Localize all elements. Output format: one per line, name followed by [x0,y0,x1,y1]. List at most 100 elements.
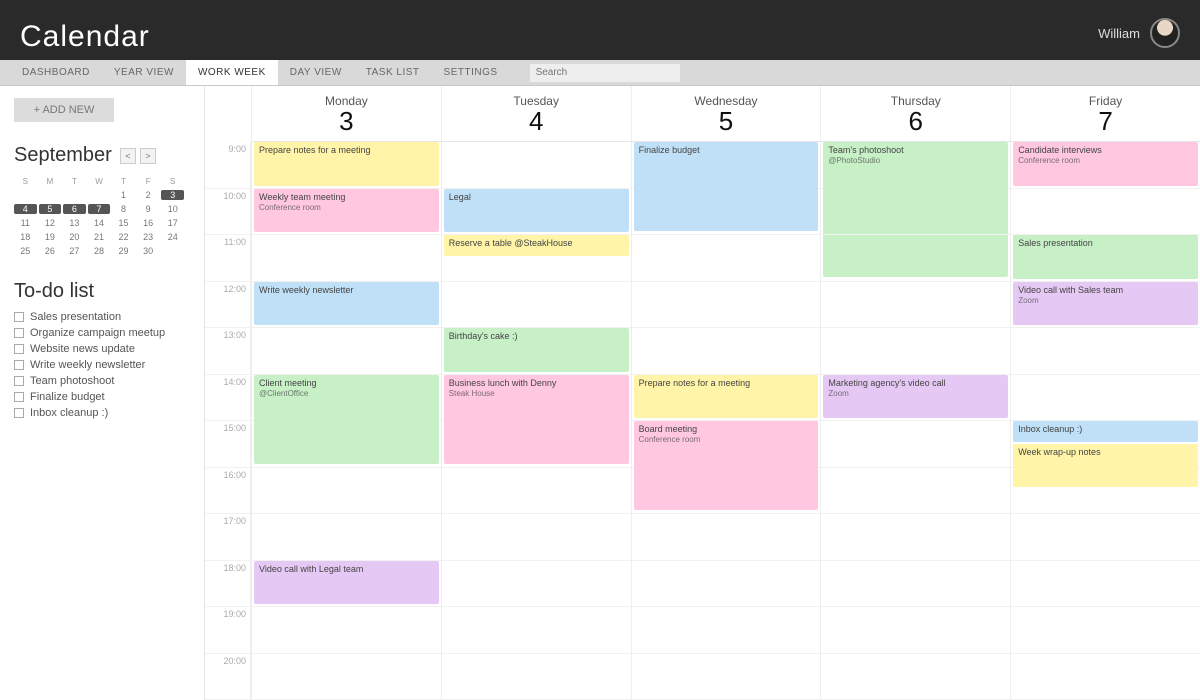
mini-cal-day[interactable]: 11 [14,218,37,228]
mini-cal-day[interactable]: 19 [39,232,62,242]
time-slot[interactable] [441,421,631,468]
checkbox-icon[interactable] [14,376,24,386]
checkbox-icon[interactable] [14,344,24,354]
mini-cal-day[interactable]: 25 [14,246,37,256]
time-slot[interactable] [820,328,1010,375]
mini-cal-day[interactable]: 14 [88,218,111,228]
todo-item[interactable]: Finalize budget [14,391,190,403]
mini-cal-day[interactable]: 26 [39,246,62,256]
time-slot[interactable] [1010,654,1200,700]
tab-day-view[interactable]: DAY VIEW [278,60,354,85]
mini-cal-day[interactable]: 7 [88,204,111,214]
time-slot[interactable] [1010,468,1200,515]
checkbox-icon[interactable] [14,328,24,338]
time-slot[interactable] [820,654,1010,700]
mini-cal-day[interactable]: 2 [137,190,160,200]
time-slot[interactable] [1010,375,1200,422]
time-slot[interactable] [441,561,631,608]
search-input[interactable] [530,64,680,82]
time-slot[interactable] [441,607,631,654]
time-slot[interactable] [1010,328,1200,375]
time-slot[interactable] [441,468,631,515]
time-slot[interactable] [251,654,441,700]
time-slot[interactable] [441,654,631,700]
mini-cal-day[interactable]: 22 [112,232,135,242]
time-slot[interactable]: Marketing agency's video callZoom [820,375,1010,422]
mini-cal-day[interactable]: 15 [112,218,135,228]
time-slot[interactable] [820,235,1010,282]
checkbox-icon[interactable] [14,312,24,322]
mini-cal-day[interactable]: 8 [112,204,135,214]
time-slot[interactable] [820,421,1010,468]
avatar[interactable] [1150,18,1180,48]
time-slot[interactable] [441,514,631,561]
prev-month-button[interactable]: < [120,148,136,164]
mini-cal-day[interactable]: 20 [63,232,86,242]
time-slot[interactable] [631,514,821,561]
time-slot[interactable] [820,282,1010,329]
mini-cal-day[interactable]: 16 [137,218,160,228]
mini-cal-day[interactable]: 30 [137,246,160,256]
time-slot[interactable]: Legal [441,189,631,236]
calendar-event[interactable]: Marketing agency's video callZoom [823,375,1008,419]
time-slot[interactable] [251,468,441,515]
time-slot[interactable] [1010,189,1200,236]
day-header[interactable]: Monday3 [251,86,441,142]
time-slot[interactable] [631,654,821,700]
user-area[interactable]: William [1098,18,1180,54]
tab-work-week[interactable]: WORK WEEK [186,60,278,85]
mini-cal-day[interactable]: 3 [161,190,184,200]
time-slot[interactable] [441,282,631,329]
tab-settings[interactable]: SETTINGS [432,60,510,85]
calendar-event[interactable]: Write weekly newsletter [254,282,439,326]
mini-cal-day[interactable]: 5 [39,204,62,214]
time-slot[interactable] [1010,514,1200,561]
time-slot[interactable] [251,328,441,375]
day-header[interactable]: Tuesday4 [441,86,631,142]
mini-cal-day[interactable]: 24 [161,232,184,242]
time-slot[interactable]: Weekly team meetingConference room [251,189,441,236]
time-slot[interactable] [820,607,1010,654]
mini-cal-day[interactable]: 21 [88,232,111,242]
time-slot[interactable] [820,468,1010,515]
mini-cal-day[interactable]: 1 [112,190,135,200]
time-slot[interactable] [820,561,1010,608]
time-slot[interactable]: Candidate interviewsConference room [1010,142,1200,189]
time-slot[interactable] [631,235,821,282]
checkbox-icon[interactable] [14,360,24,370]
calendar-event[interactable]: Weekly team meetingConference room [254,189,439,233]
time-slot[interactable] [631,189,821,236]
time-slot[interactable] [631,328,821,375]
mini-cal-day[interactable]: 10 [161,204,184,214]
time-slot[interactable]: Birthday's cake :) [441,328,631,375]
calendar-event[interactable]: Video call with Sales teamZoom [1013,282,1198,326]
day-header[interactable]: Thursday6 [820,86,1010,142]
time-slot[interactable]: Reserve a table @SteakHouse [441,235,631,282]
todo-item[interactable]: Website news update [14,343,190,355]
time-slot[interactable]: Inbox cleanup :)Week wrap-up notes [1010,421,1200,468]
todo-item[interactable]: Sales presentation [14,311,190,323]
time-slot[interactable]: Finalize budget [631,142,821,189]
checkbox-icon[interactable] [14,392,24,402]
mini-cal-day[interactable]: 9 [137,204,160,214]
time-slot[interactable]: Client meeting@ClientOffice [251,375,441,422]
mini-cal-day[interactable]: 4 [14,204,37,214]
time-slot[interactable] [441,142,631,189]
tab-dashboard[interactable]: DASHBOARD [10,60,102,85]
time-slot[interactable] [251,235,441,282]
mini-cal-day[interactable]: 13 [63,218,86,228]
calendar-event[interactable]: Reserve a table @SteakHouse [444,235,629,256]
time-slot[interactable] [820,189,1010,236]
time-slot[interactable] [251,607,441,654]
todo-item[interactable]: Inbox cleanup :) [14,407,190,419]
mini-cal-day[interactable]: 27 [63,246,86,256]
todo-item[interactable]: Organize campaign meetup [14,327,190,339]
time-slot[interactable] [820,514,1010,561]
time-slot[interactable] [631,468,821,515]
calendar-event[interactable]: Candidate interviewsConference room [1013,142,1198,186]
time-slot[interactable] [251,421,441,468]
time-slot[interactable]: Team's photoshoot@PhotoStudio [820,142,1010,189]
add-new-button[interactable]: + ADD NEW [14,98,114,122]
todo-item[interactable]: Write weekly newsletter [14,359,190,371]
mini-cal-day[interactable]: 18 [14,232,37,242]
